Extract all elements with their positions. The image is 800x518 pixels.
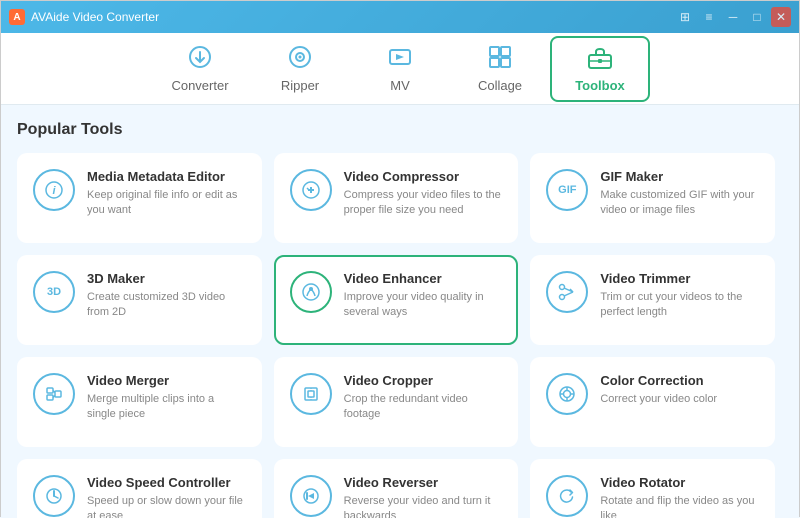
color-correction-info: Color Correction Correct your video colo… [600, 373, 759, 407]
video-trimmer-desc: Trim or cut your videos to the perfect l… [600, 290, 759, 321]
ripper-label: Ripper [281, 78, 319, 93]
menu-button[interactable]: ≡ [699, 7, 719, 27]
3d-maker-icon: 3D [33, 271, 75, 313]
video-rotator-info: Video Rotator Rotate and flip the video … [600, 475, 759, 518]
video-cropper-name: Video Cropper [344, 373, 503, 388]
video-speed-controller-icon [33, 475, 75, 517]
tool-card-media-metadata-editor[interactable]: i Media Metadata Editor Keep original fi… [17, 153, 262, 243]
toolbox-label: Toolbox [575, 78, 625, 93]
converter-label: Converter [171, 78, 228, 93]
app-icon: A [9, 9, 25, 25]
video-cropper-icon [290, 373, 332, 415]
3d-maker-name: 3D Maker [87, 271, 246, 286]
video-merger-desc: Merge multiple clips into a single piece [87, 392, 246, 423]
color-correction-desc: Correct your video color [600, 392, 759, 407]
minimize-button[interactable]: ─ [723, 7, 743, 27]
tool-card-gif-maker[interactable]: GIF GIF Maker Make customized GIF with y… [530, 153, 775, 243]
nav-item-ripper[interactable]: Ripper [250, 36, 350, 102]
caption-settings-button[interactable]: ⊞ [675, 7, 695, 27]
tool-card-video-enhancer[interactable]: Video Enhancer Improve your video qualit… [274, 255, 519, 345]
video-reverser-desc: Reverse your video and turn it backwards [344, 494, 503, 518]
media-metadata-editor-info: Media Metadata Editor Keep original file… [87, 169, 246, 219]
nav-item-toolbox[interactable]: Toolbox [550, 36, 650, 102]
collage-icon [487, 44, 513, 74]
color-correction-icon [546, 373, 588, 415]
video-cropper-info: Video Cropper Crop the redundant video f… [344, 373, 503, 423]
video-speed-controller-name: Video Speed Controller [87, 475, 246, 490]
nav-item-mv[interactable]: MV [350, 36, 450, 102]
maximize-button[interactable]: □ [747, 7, 767, 27]
nav-item-converter[interactable]: Converter [150, 36, 250, 102]
3d-maker-desc: Create customized 3D video from 2D [87, 290, 246, 321]
tool-card-video-reverser[interactable]: Video Reverser Reverse your video and tu… [274, 459, 519, 518]
tool-card-video-speed-controller[interactable]: Video Speed Controller Speed up or slow … [17, 459, 262, 518]
tool-card-video-trimmer[interactable]: Video Trimmer Trim or cut your videos to… [530, 255, 775, 345]
video-speed-controller-desc: Speed up or slow down your file at ease [87, 494, 246, 518]
tool-card-video-rotator[interactable]: Video Rotator Rotate and flip the video … [530, 459, 775, 518]
video-compressor-icon [290, 169, 332, 211]
video-rotator-desc: Rotate and flip the video as you like [600, 494, 759, 518]
video-enhancer-name: Video Enhancer [344, 271, 503, 286]
converter-icon [187, 44, 213, 74]
video-compressor-desc: Compress your video files to the proper … [344, 188, 503, 219]
gif-maker-desc: Make customized GIF with your video or i… [600, 188, 759, 219]
video-rotator-name: Video Rotator [600, 475, 759, 490]
video-merger-icon [33, 373, 75, 415]
title-bar-left: A AVAide Video Converter [9, 9, 159, 25]
gif-maker-name: GIF Maker [600, 169, 759, 184]
tool-card-video-compressor[interactable]: Video Compressor Compress your video fil… [274, 153, 519, 243]
video-trimmer-name: Video Trimmer [600, 271, 759, 286]
main-content: Popular Tools i Media Metadata Editor Ke… [1, 105, 799, 518]
video-reverser-name: Video Reverser [344, 475, 503, 490]
svg-text:i: i [52, 185, 56, 197]
section-title: Popular Tools [17, 121, 783, 139]
nav-bar: Converter Ripper MV [1, 33, 799, 105]
3d-maker-info: 3D Maker Create customized 3D video from… [87, 271, 246, 321]
tool-card-video-cropper[interactable]: Video Cropper Crop the redundant video f… [274, 357, 519, 447]
media-metadata-editor-name: Media Metadata Editor [87, 169, 246, 184]
gif-maker-icon: GIF [546, 169, 588, 211]
video-cropper-desc: Crop the redundant video footage [344, 392, 503, 423]
mv-icon [387, 44, 413, 74]
title-bar: A AVAide Video Converter ⊞ ≡ ─ □ ✕ [1, 1, 799, 33]
gif-maker-info: GIF Maker Make customized GIF with your … [600, 169, 759, 219]
video-speed-controller-info: Video Speed Controller Speed up or slow … [87, 475, 246, 518]
nav-item-collage[interactable]: Collage [450, 36, 550, 102]
color-correction-name: Color Correction [600, 373, 759, 388]
video-enhancer-info: Video Enhancer Improve your video qualit… [344, 271, 503, 321]
video-reverser-info: Video Reverser Reverse your video and tu… [344, 475, 503, 518]
tools-grid: i Media Metadata Editor Keep original fi… [17, 153, 783, 518]
close-button[interactable]: ✕ [771, 7, 791, 27]
video-enhancer-icon [290, 271, 332, 313]
ripper-icon [287, 44, 313, 74]
video-merger-info: Video Merger Merge multiple clips into a… [87, 373, 246, 423]
title-bar-controls: ⊞ ≡ ─ □ ✕ [675, 7, 791, 27]
video-merger-name: Video Merger [87, 373, 246, 388]
toolbox-icon [587, 44, 613, 74]
video-compressor-info: Video Compressor Compress your video fil… [344, 169, 503, 219]
video-compressor-name: Video Compressor [344, 169, 503, 184]
media-metadata-editor-desc: Keep original file info or edit as you w… [87, 188, 246, 219]
video-trimmer-icon [546, 271, 588, 313]
collage-label: Collage [478, 78, 522, 93]
video-reverser-icon [290, 475, 332, 517]
tool-card-3d-maker[interactable]: 3D 3D Maker Create customized 3D video f… [17, 255, 262, 345]
tool-card-color-correction[interactable]: Color Correction Correct your video colo… [530, 357, 775, 447]
video-trimmer-info: Video Trimmer Trim or cut your videos to… [600, 271, 759, 321]
tool-card-video-merger[interactable]: Video Merger Merge multiple clips into a… [17, 357, 262, 447]
media-metadata-editor-icon: i [33, 169, 75, 211]
video-enhancer-desc: Improve your video quality in several wa… [344, 290, 503, 321]
video-rotator-icon [546, 475, 588, 517]
app-title: AVAide Video Converter [31, 10, 159, 24]
mv-label: MV [390, 78, 410, 93]
